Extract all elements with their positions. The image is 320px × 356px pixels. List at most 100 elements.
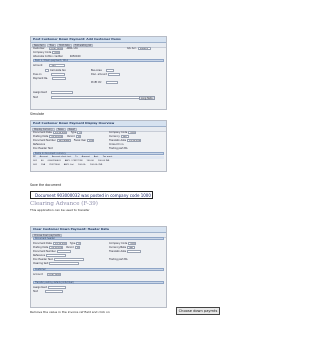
posting-date-field[interactable]: 14.10.2009: [49, 135, 64, 138]
calculate-tax-checkbox[interactable]: [45, 69, 49, 72]
text-field[interactable]: [50, 96, 141, 99]
reference-field-3[interactable]: [46, 254, 67, 257]
fiscal-year-field[interactable]: 2009: [87, 139, 95, 142]
table-row[interactable]: 002 19A CUST1000 ABCL Ltd. 100.00- 100.0…: [33, 164, 164, 167]
col-amt: Amt.: [93, 156, 99, 158]
screen-post-downpayment: Post Customer Down Payment: Add Customer…: [30, 36, 167, 110]
row-cell: CUST1000: [49, 164, 60, 166]
caption-save: Save the document: [30, 183, 62, 187]
customer-label: Customer: [33, 47, 45, 50]
due-on-field[interactable]: [50, 73, 65, 76]
company-code-field-2[interactable]: 1000: [128, 131, 137, 134]
text-label: Text: [33, 96, 38, 99]
period-label-3: Period: [66, 246, 74, 249]
doc-date-label-3: Document Date: [33, 242, 52, 245]
table-row[interactable]: 001 40 0000196601 ABCL / CM/CC/28 100.00…: [33, 160, 164, 163]
assignment-field-3[interactable]: [48, 286, 67, 289]
calculate-tax-label: Calculate tax: [50, 69, 66, 72]
posting-date-label: Posting Date: [33, 135, 49, 138]
item-section-bar: Item 1 / Down payment / 00 A: [33, 59, 164, 62]
company-code-label-2: Company Code: [109, 131, 128, 134]
long-texts-button[interactable]: Long Texts: [139, 96, 155, 100]
row-cell: 001: [33, 160, 37, 162]
clearing-text-field[interactable]: [49, 262, 80, 265]
company-code-field-3[interactable]: 1000: [128, 242, 137, 245]
posting-date-label-3: Posting Date: [33, 246, 49, 249]
payment-ref-label: Payment Re.: [33, 77, 49, 80]
text-label-3: Text: [33, 290, 38, 293]
type-field[interactable]: DZ: [77, 131, 83, 134]
type-label-3: Type: [69, 242, 76, 245]
amount-field[interactable]: 100: [49, 64, 66, 67]
doc-header-field-3[interactable]: [53, 258, 84, 261]
period-label: Period: [67, 135, 75, 138]
text-field-3[interactable]: [44, 290, 63, 293]
translation-date-label: Translatn.date: [109, 139, 127, 142]
col-tx: Tx: [75, 156, 78, 158]
col-amount: Amount: [81, 156, 90, 158]
posting-date-field-3[interactable]: 14.10.2009: [49, 246, 64, 249]
bus-area-label: Bus.Area: [91, 69, 102, 72]
doc-number-label-3: Document Number: [33, 250, 56, 253]
screen-clear-downpayment: Clear Customer Down Payment: Header Data…: [30, 226, 167, 308]
profit-ctr-field[interactable]: [105, 81, 118, 84]
trading-part-label: Trading part.BA: [109, 147, 128, 150]
account-label: Account: [33, 273, 43, 276]
row-cell: 100.00: [86, 160, 94, 162]
disc-amount-field[interactable]: [107, 73, 120, 76]
doc-number-field-3[interactable]: [56, 250, 71, 253]
assignment-field[interactable]: [51, 91, 74, 94]
translation-date-field[interactable]: 14.10.2009: [127, 139, 142, 142]
currency-field[interactable]: INR: [120, 135, 129, 138]
type-label: Type: [70, 131, 77, 134]
reference-label-3: Reference: [33, 254, 46, 257]
doc-date-field-3[interactable]: 14.10.2009: [52, 242, 67, 245]
screen-display-overview: Post Customer Down Payment Display Overv…: [30, 120, 167, 172]
col-tax-amount: Tax amnt: [102, 156, 113, 158]
alt-account-value: 4650040: [69, 55, 81, 58]
customer-desc: ABCL Ltd.: [66, 47, 79, 50]
doc-number-field[interactable]: INTERNAL: [56, 139, 71, 142]
bus-area-field[interactable]: [105, 69, 114, 72]
items-header-bar: Items in document currency: [33, 152, 164, 155]
currency-rate-field[interactable]: INR: [127, 246, 136, 249]
company-code-field[interactable]: 1000: [52, 51, 61, 54]
profit-ctr-label: Profit Ctr: [91, 81, 102, 84]
doc-date-field[interactable]: 14.10.2009: [52, 131, 67, 134]
clearing-heading: Clearing Advance (F-39): [30, 201, 98, 207]
row-cell: 0000196601: [47, 160, 61, 162]
assignment-label-3: Assignment: [33, 286, 48, 289]
alt-account-label: Alternate Cotton crediter: [33, 55, 63, 58]
fiscal-year-label: Fiscal Year: [73, 139, 87, 142]
payment-ref-field[interactable]: [52, 77, 67, 80]
assignment-label: Assignment: [33, 91, 48, 94]
crossccode-label: Cross-CC no.: [109, 143, 125, 146]
col-account: Account: [39, 156, 49, 158]
row-cell: 002: [33, 164, 37, 166]
trading-part-label-3: Trading part.BA: [109, 258, 128, 261]
screen2-body: Document Date 14.10.2009 Type DZ Company…: [31, 131, 166, 171]
document-header-section: Document header: [33, 237, 164, 240]
screen1-body: Customer CUST1000 ABCL Ltd. G/L Acc. 196…: [31, 47, 166, 109]
currency-label: Currency: [109, 135, 120, 138]
caption-simulate: Simulate: [30, 112, 45, 116]
account-field[interactable]: CUST1000: [46, 273, 61, 276]
customer-field[interactable]: CUST1000: [48, 47, 63, 50]
row-cell: 100.00 INR: [97, 160, 110, 162]
gl-acc-field[interactable]: 196601: [137, 47, 151, 50]
items-table-header: PK Account Account short text Tx Amount …: [33, 156, 164, 159]
currency-rate-label: Currency/Rate: [109, 246, 127, 249]
row-cell: 100.00-: [77, 164, 86, 166]
transfer-posting-section: Transfer posting details (individual): [33, 281, 164, 284]
row-cell: 19A: [40, 164, 46, 166]
remove-instruction-text: Remove the value in the invoice ref fiel…: [30, 310, 110, 314]
gl-acc-label: G/L Acc.: [127, 47, 137, 50]
status-message: Document 903000032 was posted in company…: [30, 191, 153, 199]
type-field-3[interactable]: DZ: [76, 242, 82, 245]
period-field[interactable]: 10: [75, 135, 81, 138]
doc-date-label: Document Date: [33, 131, 52, 134]
period-field-3[interactable]: 10: [74, 246, 80, 249]
translation-date-field-3[interactable]: [127, 250, 142, 253]
choose-down-payments-button[interactable]: Choose down paymts: [176, 307, 220, 315]
amount-label: Amount: [33, 64, 43, 67]
